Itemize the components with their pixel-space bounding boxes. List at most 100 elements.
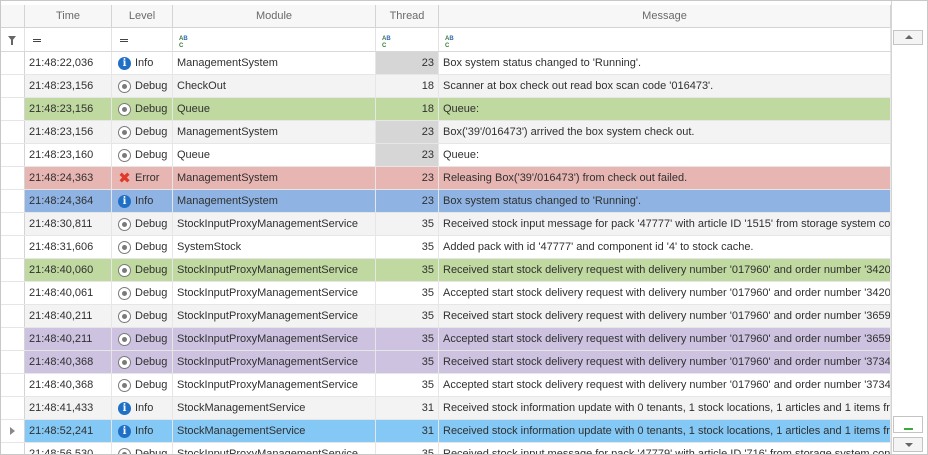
cell-thread: 23 bbox=[376, 144, 439, 166]
scroll-up-button[interactable] bbox=[893, 30, 923, 45]
level-label: Debug bbox=[135, 379, 168, 391]
level-label: Debug bbox=[135, 218, 168, 230]
row-indicator[interactable] bbox=[1, 121, 25, 143]
cell-level: Debug bbox=[112, 351, 173, 373]
cell-message: Received start stock delivery request wi… bbox=[439, 305, 891, 327]
row-indicator[interactable] bbox=[1, 351, 25, 373]
row-indicator[interactable] bbox=[1, 144, 25, 166]
debug-icon bbox=[118, 332, 131, 346]
row-indicator[interactable] bbox=[1, 282, 25, 304]
debug-icon bbox=[118, 240, 131, 254]
table-row[interactable]: 21:48:56,530 Debug StockInputProxyManageme… bbox=[1, 443, 891, 455]
cell-level: ✖ Error bbox=[112, 167, 173, 189]
table-row[interactable]: 21:48:24,364 i Info ManagementSystem 23 Box s… bbox=[1, 190, 891, 213]
table-row[interactable]: 21:48:40,211 Debug StockInputProxyManageme… bbox=[1, 305, 891, 328]
table-row[interactable]: 21:48:23,156 Debug Queue 18 Queue: bbox=[1, 98, 891, 121]
table-row[interactable]: 21:48:23,160 Debug Queue 23 Queue: bbox=[1, 144, 891, 167]
cell-module: StockInputProxyManagementService bbox=[173, 305, 376, 327]
cell-time: 21:48:40,211 bbox=[25, 328, 112, 350]
row-indicator[interactable] bbox=[1, 236, 25, 258]
abc-icon[interactable]: AB C bbox=[179, 36, 188, 50]
cell-time: 21:48:41,433 bbox=[25, 397, 112, 419]
cell-thread: 35 bbox=[376, 374, 439, 396]
row-indicator[interactable] bbox=[1, 420, 25, 442]
debug-icon bbox=[118, 217, 131, 231]
row-indicator[interactable] bbox=[1, 328, 25, 350]
cell-level: Debug bbox=[112, 374, 173, 396]
column-header-time[interactable]: Time bbox=[25, 5, 112, 27]
row-indicator[interactable] bbox=[1, 443, 25, 454]
log-grid: Time Level Module Thread Message AB C AB C… bbox=[0, 0, 928, 455]
table-row[interactable]: 21:48:23,156 Debug ManagementSystem 23 Box('… bbox=[1, 121, 891, 144]
table-row[interactable]: 21:48:52,241 i Info StockManagementService 3… bbox=[1, 420, 891, 443]
level-label: Info bbox=[135, 425, 154, 437]
scrollbar-thumb[interactable] bbox=[893, 416, 923, 433]
table-row[interactable]: 21:48:40,060 Debug StockInputProxyManageme… bbox=[1, 259, 891, 282]
cell-message: Scanner at box check out read box scan c… bbox=[439, 75, 891, 97]
abc-icon[interactable]: AB C bbox=[445, 36, 454, 50]
cell-level: i Info bbox=[112, 397, 173, 419]
scroll-down-button[interactable] bbox=[893, 437, 923, 452]
equals-icon[interactable] bbox=[120, 39, 128, 40]
table-row[interactable]: 21:48:40,368 Debug StockInputProxyManageme… bbox=[1, 374, 891, 397]
level-label: Debug bbox=[135, 448, 168, 455]
cell-message: Received stock input message for pack '4… bbox=[439, 213, 891, 235]
row-indicator[interactable] bbox=[1, 75, 25, 97]
filter-cell-message[interactable]: AB C bbox=[439, 28, 891, 51]
cell-message: Box system status changed to 'Running'. bbox=[439, 52, 891, 74]
row-indicator[interactable] bbox=[1, 374, 25, 396]
level-label: Error bbox=[135, 172, 160, 184]
table-row[interactable]: 21:48:31,606 Debug SystemStock 35 Added pack… bbox=[1, 236, 891, 259]
column-header-thread[interactable]: Thread bbox=[376, 5, 439, 27]
cell-thread: 31 bbox=[376, 397, 439, 419]
cell-time: 21:48:40,061 bbox=[25, 282, 112, 304]
row-indicator[interactable] bbox=[1, 190, 25, 212]
table-row[interactable]: 21:48:22,036 i Info ManagementSystem 23 Box s… bbox=[1, 52, 891, 75]
abc-icon[interactable]: AB C bbox=[382, 36, 391, 50]
filter-cell-module[interactable]: AB C bbox=[173, 28, 376, 51]
column-header-level[interactable]: Level bbox=[112, 5, 173, 27]
cell-level: Debug bbox=[112, 328, 173, 350]
cell-time: 21:48:30,811 bbox=[25, 213, 112, 235]
table-row[interactable]: 21:48:40,211 Debug StockInputProxyManageme… bbox=[1, 328, 891, 351]
table-row[interactable]: 21:48:24,363 ✖ Error ManagementSystem 23 Rele… bbox=[1, 167, 891, 190]
row-indicator[interactable] bbox=[1, 305, 25, 327]
vertical-scrollbar[interactable] bbox=[891, 1, 927, 454]
equals-icon[interactable] bbox=[33, 39, 41, 40]
row-indicator[interactable] bbox=[1, 52, 25, 74]
cell-level: Debug bbox=[112, 282, 173, 304]
cell-module: ManagementSystem bbox=[173, 190, 376, 212]
table-row[interactable]: 21:48:40,061 Debug StockInputProxyManageme… bbox=[1, 282, 891, 305]
cell-message: Received start stock delivery request wi… bbox=[439, 351, 891, 373]
level-label: Debug bbox=[135, 103, 168, 115]
cell-time: 21:48:52,241 bbox=[25, 420, 112, 442]
cell-thread: 35 bbox=[376, 213, 439, 235]
filter-cell-time[interactable] bbox=[25, 28, 112, 51]
table-row[interactable]: 21:48:30,811 Debug StockInputProxyManageme… bbox=[1, 213, 891, 236]
cell-module: Queue bbox=[173, 144, 376, 166]
cell-level: Debug bbox=[112, 305, 173, 327]
level-label: Debug bbox=[135, 241, 168, 253]
cell-module: StockManagementService bbox=[173, 420, 376, 442]
row-indicator[interactable] bbox=[1, 167, 25, 189]
column-header-module[interactable]: Module bbox=[173, 5, 376, 27]
header-corner bbox=[1, 5, 25, 27]
cell-level: Debug bbox=[112, 144, 173, 166]
debug-icon bbox=[118, 102, 131, 116]
table-row[interactable]: 21:48:23,156 Debug CheckOut 18 Scanner at bo… bbox=[1, 75, 891, 98]
row-indicator[interactable] bbox=[1, 259, 25, 281]
filter-cell-level[interactable] bbox=[112, 28, 173, 51]
cell-time: 21:48:23,160 bbox=[25, 144, 112, 166]
row-indicator[interactable] bbox=[1, 213, 25, 235]
row-indicator[interactable] bbox=[1, 98, 25, 120]
debug-icon bbox=[118, 447, 131, 454]
table-row[interactable]: 21:48:41,433 i Info StockManagementService 3… bbox=[1, 397, 891, 420]
row-indicator[interactable] bbox=[1, 397, 25, 419]
chevron-up-icon bbox=[905, 35, 913, 39]
cell-level: Debug bbox=[112, 98, 173, 120]
column-header-message[interactable]: Message bbox=[439, 5, 891, 27]
cell-thread: 35 bbox=[376, 259, 439, 281]
cell-module: StockInputProxyManagementService bbox=[173, 259, 376, 281]
table-row[interactable]: 21:48:40,368 Debug StockInputProxyManageme… bbox=[1, 351, 891, 374]
filter-cell-thread[interactable]: AB C bbox=[376, 28, 439, 51]
